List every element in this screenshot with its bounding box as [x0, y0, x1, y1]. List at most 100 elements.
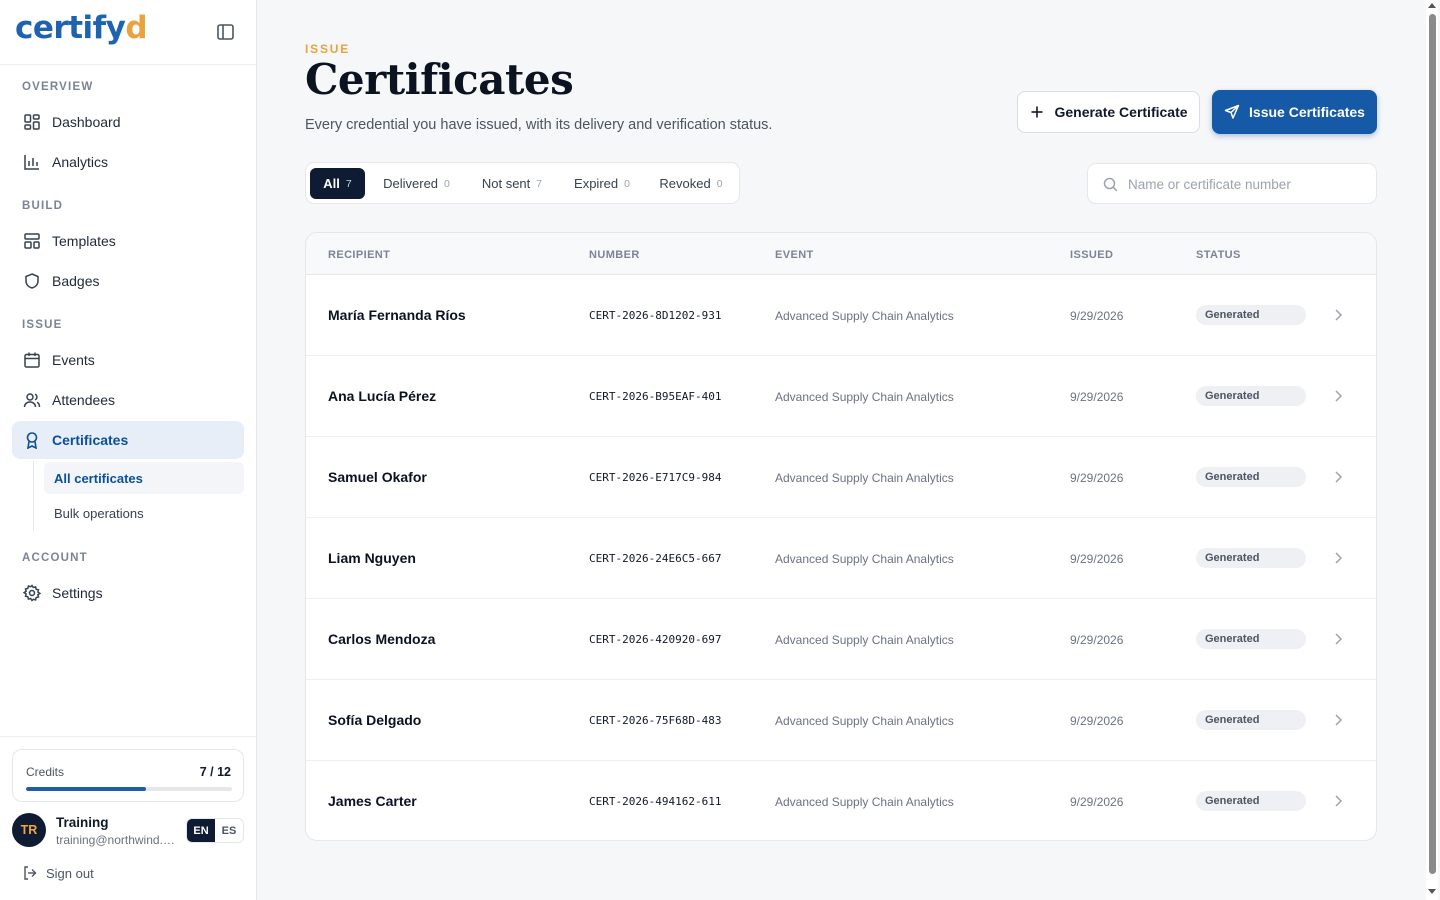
language-option-es[interactable]: ES — [215, 819, 243, 842]
logo[interactable]: certifyd — [15, 10, 148, 46]
credits-value: 7 / 12 — [199, 765, 231, 779]
credits-card: Credits 7 / 12 — [12, 749, 244, 802]
tab-not-sent[interactable]: Not sent 7 — [470, 168, 554, 199]
sidebar-item-label: Settings — [52, 585, 103, 601]
chevron-right-icon[interactable] — [1332, 308, 1344, 322]
status-badge: Generated — [1196, 548, 1306, 568]
table-row[interactable]: James Carter CERT-2026-494162-611 Advanced… — [306, 761, 1376, 840]
table-row[interactable]: Samuel Okafor CERT-2026-E717C9-984 Advance… — [306, 437, 1376, 518]
user-profile[interactable]: TR Training training@northwind.example E… — [12, 813, 244, 849]
column-header-status[interactable]: STATUS — [1196, 249, 1241, 261]
table-row[interactable]: María Fernanda Ríos CERT-2026-8D1202-931 A… — [306, 275, 1376, 356]
calendar-icon — [22, 350, 42, 370]
sidebar-subitem-all-certificates[interactable]: All certificates — [44, 462, 244, 494]
event-name: Advanced Supply Chain Analytics — [775, 633, 954, 647]
column-header-recipient[interactable]: RECIPIENT — [328, 249, 390, 261]
table-row[interactable]: Sofía Delgado CERT-2026-75F68D-483 Advance… — [306, 680, 1376, 761]
sign-out-label: Sign out — [46, 865, 94, 881]
logo-main: certify — [15, 10, 126, 46]
sidebar-item-analytics[interactable]: Analytics — [12, 143, 244, 181]
scroll-up-arrow-icon[interactable] — [1428, 3, 1436, 8]
sidebar-item-label: Analytics — [52, 154, 109, 170]
tab-label: Expired — [574, 176, 619, 191]
status-badge: Generated — [1196, 386, 1306, 406]
column-header-number[interactable]: NUMBER — [589, 249, 640, 261]
page-eyebrow: ISSUE — [305, 42, 351, 56]
user-name: Training — [56, 815, 109, 830]
tab-label: Revoked — [659, 176, 711, 191]
chevron-right-icon[interactable] — [1332, 713, 1344, 727]
sidebar-item-label: Attendees — [52, 392, 116, 408]
certificate-number: CERT-2026-75F68D-483 — [589, 714, 722, 727]
nav-section-issue: ISSUE — [22, 319, 63, 331]
tab-expired[interactable]: Expired 0 — [564, 168, 640, 199]
status-badge: Generated — [1196, 710, 1306, 730]
sidebar-item-badges[interactable]: Badges — [12, 262, 244, 300]
nav-section-overview: OVERVIEW — [22, 81, 94, 93]
page-scrollbar[interactable] — [1426, 0, 1438, 900]
page-subtitle: Every credential you have issued, with i… — [305, 117, 773, 133]
sidebar-item-dashboard[interactable]: Dashboard — [12, 103, 244, 141]
event-name: Advanced Supply Chain Analytics — [775, 390, 954, 404]
chevron-right-icon[interactable] — [1332, 389, 1344, 403]
tab-delivered[interactable]: Delivered 0 — [372, 168, 461, 199]
sidebar-item-events[interactable]: Events — [12, 341, 244, 379]
issued-date: 9/29/2026 — [1070, 714, 1124, 728]
tab-all[interactable]: All 7 — [310, 168, 365, 199]
sidebar-subitem-bulk-operations[interactable]: Bulk operations — [44, 497, 244, 529]
recipient-name: Ana Lucía Pérez — [328, 388, 437, 404]
chevron-right-icon[interactable] — [1332, 551, 1344, 565]
sidebar-item-certificates[interactable]: Certificates — [12, 421, 244, 459]
sidebar-item-label: Badges — [52, 273, 100, 289]
search-box — [1087, 163, 1377, 204]
tab-revoked[interactable]: Revoked 0 — [650, 168, 732, 199]
dashboard-icon — [22, 112, 42, 132]
certificate-number: CERT-2026-494162-611 — [589, 795, 722, 808]
issued-date: 9/29/2026 — [1070, 390, 1124, 404]
status-filter-tabs: All 7 Delivered 0 Not sent 7 Expired 0 Revok… — [305, 162, 740, 204]
chevron-right-icon[interactable] — [1332, 632, 1344, 646]
issued-date: 9/29/2026 — [1070, 795, 1124, 809]
scrollbar-thumb[interactable] — [1429, 14, 1436, 874]
sign-out-link[interactable]: Sign out — [22, 865, 94, 881]
sidebar-item-templates[interactable]: Templates — [12, 222, 244, 260]
chevron-right-icon[interactable] — [1332, 794, 1344, 808]
issued-date: 9/29/2026 — [1070, 633, 1124, 647]
recipient-name: Samuel Okafor — [328, 469, 427, 485]
scroll-down-arrow-icon[interactable] — [1428, 889, 1436, 894]
column-header-event[interactable]: EVENT — [775, 249, 814, 261]
chevron-right-icon[interactable] — [1332, 470, 1344, 484]
search-input[interactable] — [1128, 173, 1368, 195]
avatar: TR — [12, 813, 46, 847]
sidebar-item-label: Certificates — [52, 432, 129, 448]
issue-certificates-label: Issue Certificates — [1249, 104, 1365, 120]
submenu-divider — [33, 461, 34, 531]
tab-count: 7 — [536, 177, 543, 190]
sidebar-item-attendees[interactable]: Attendees — [12, 381, 244, 419]
language-option-en[interactable]: EN — [187, 819, 215, 842]
sidebar: certifyd OVERVIEW Dashboard Analytics BU… — [0, 0, 257, 900]
table-row[interactable]: Liam Nguyen CERT-2026-24E6C5-667 Advanced … — [306, 518, 1376, 599]
certificate-number: CERT-2026-420920-697 — [589, 633, 722, 646]
issued-date: 9/29/2026 — [1070, 471, 1124, 485]
credits-progress-fill — [26, 787, 147, 791]
nav-section-account: ACCOUNT — [22, 552, 88, 564]
column-header-issued[interactable]: ISSUED — [1070, 249, 1113, 261]
event-name: Advanced Supply Chain Analytics — [775, 552, 954, 566]
tab-count: 0 — [716, 177, 723, 190]
sidebar-toggle-icon[interactable] — [216, 23, 236, 41]
shield-icon — [22, 271, 42, 291]
recipient-name: Liam Nguyen — [328, 550, 416, 566]
table-row[interactable]: Carlos Mendoza CERT-2026-420920-697 Advanc… — [306, 599, 1376, 680]
sidebar-item-settings[interactable]: Settings — [12, 574, 244, 612]
issue-certificates-button[interactable]: Issue Certificates — [1212, 90, 1377, 134]
users-icon — [22, 390, 42, 410]
certificate-number: CERT-2026-E717C9-984 — [589, 471, 722, 484]
language-switcher: EN ES — [186, 818, 244, 843]
event-name: Advanced Supply Chain Analytics — [775, 714, 954, 728]
table-row[interactable]: Ana Lucía Pérez CERT-2026-B95EAF-401 Advan… — [306, 356, 1376, 437]
event-name: Advanced Supply Chain Analytics — [775, 471, 954, 485]
user-email: training@northwind.example — [56, 833, 178, 847]
credits-label: Credits — [26, 765, 65, 779]
generate-certificate-button[interactable]: Generate Certificate — [1017, 91, 1200, 133]
